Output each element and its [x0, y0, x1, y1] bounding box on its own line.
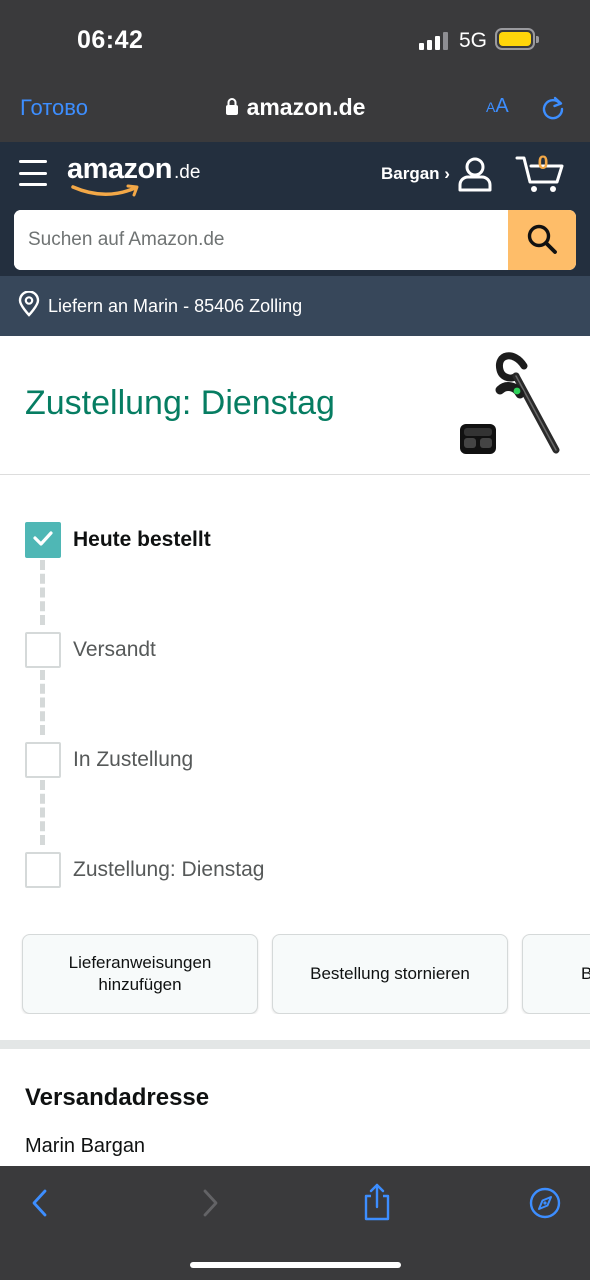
step-checkbox: [25, 852, 61, 888]
step-checkbox-checked: [25, 522, 61, 558]
step-label: Versandt: [73, 638, 156, 661]
step-label: Heute bestellt: [73, 528, 211, 551]
tracker-step-out-for-delivery: In Zustellung: [25, 742, 193, 778]
tracker-step-shipped: Versandt: [25, 632, 156, 668]
browser-top-bar: Готово amazon.de AA: [0, 80, 590, 142]
step-checkbox: [25, 742, 61, 778]
step-label: In Zustellung: [73, 748, 194, 771]
status-bar: 06:42 5G: [0, 0, 590, 80]
search-input[interactable]: [14, 210, 508, 270]
deliver-to-bar[interactable]: Liefern an Marin - 85406 Zolling: [0, 276, 590, 336]
delivery-headline: Zustellung: Dienstag: [25, 384, 335, 422]
tracker-connector: [40, 560, 45, 625]
search-button[interactable]: [508, 210, 576, 270]
url-text: amazon.de: [246, 94, 366, 120]
logo-word: amazon: [67, 153, 172, 185]
lock-icon: [225, 95, 239, 122]
reload-icon[interactable]: [540, 94, 566, 127]
tracker-step-ordered: Heute bestellt: [25, 522, 211, 558]
battery-icon: [495, 28, 539, 50]
share-icon[interactable]: [362, 1182, 392, 1227]
check-icon: [32, 529, 54, 552]
text-size-large-label: A: [495, 95, 509, 117]
step-checkbox: [25, 632, 61, 668]
amazon-logo[interactable]: amazon .de: [67, 153, 201, 197]
logo-tld: .de: [173, 162, 201, 183]
menu-icon[interactable]: [19, 160, 47, 186]
amazon-header: amazon .de Bargan › 0: [0, 142, 590, 276]
user-icon[interactable]: [457, 156, 493, 197]
more-action-button[interactable]: B: [522, 934, 590, 1014]
order-actions: Lieferanweisungen hinzufügen Bestellung …: [0, 934, 590, 1014]
tracker-connector: [40, 780, 45, 845]
search-icon: [526, 223, 558, 258]
add-delivery-instructions-button[interactable]: Lieferanweisungen hinzufügen: [22, 934, 258, 1014]
compass-icon[interactable]: [528, 1186, 562, 1225]
section-divider: [0, 1040, 590, 1049]
step-label: Zustellung: Dienstag: [73, 858, 265, 881]
tracker-step-delivery: Zustellung: Dienstag: [25, 852, 264, 888]
deliver-to-text: Liefern an Marin - 85406 Zolling: [48, 295, 303, 316]
text-size-button[interactable]: AA: [486, 95, 509, 118]
cancel-order-button[interactable]: Bestellung stornieren: [272, 934, 508, 1014]
shipping-address-title: Versandadresse: [25, 1084, 210, 1111]
signal-icon: [419, 32, 449, 50]
location-pin-icon: [18, 289, 40, 322]
search-bar: [14, 210, 576, 270]
home-indicator[interactable]: [190, 1262, 401, 1268]
text-size-small-label: A: [486, 99, 496, 115]
chevron-left-icon[interactable]: [28, 1186, 52, 1225]
network-type: 5G: [459, 29, 488, 52]
product-image[interactable]: [456, 346, 566, 463]
smile-arrow-icon: [71, 184, 139, 197]
delivery-summary: Zustellung: Dienstag: [0, 336, 590, 475]
cart-count: 0: [537, 153, 549, 174]
tracker-connector: [40, 670, 45, 735]
shipping-address-name: Marin Bargan: [25, 1135, 146, 1157]
chevron-right-icon[interactable]: [198, 1186, 222, 1225]
account-link[interactable]: Bargan ›: [381, 164, 450, 184]
shipment-tracker: Heute bestellt Versandt In Zustellung Zu…: [0, 476, 590, 926]
status-time: 06:42: [77, 26, 144, 54]
